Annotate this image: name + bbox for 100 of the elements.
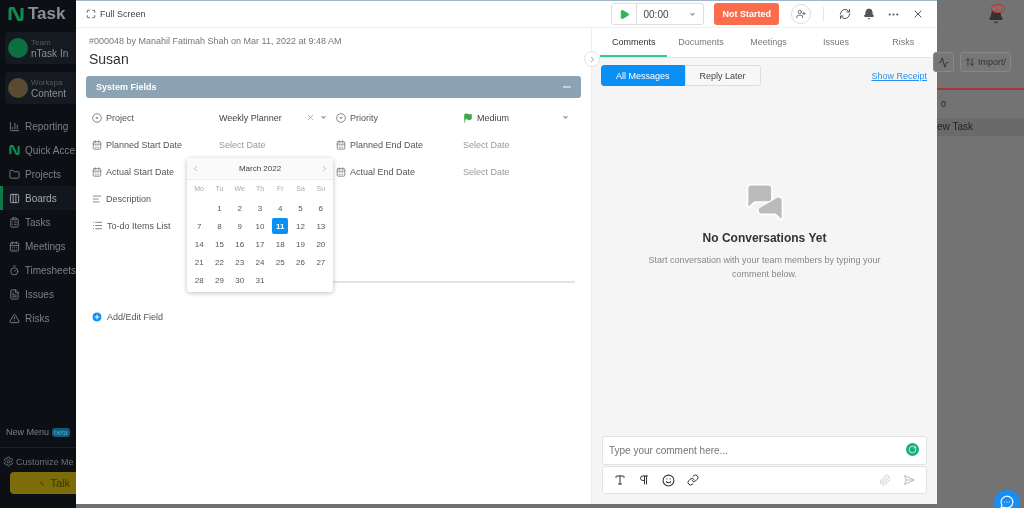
workspace-label: Workspa: [31, 77, 64, 88]
caret-icon: [319, 113, 328, 122]
menu-icon: [9, 216, 20, 228]
close-icon: [912, 8, 924, 20]
emoji-button[interactable]: [659, 473, 678, 487]
menu-icon: [9, 240, 20, 252]
calendar-day[interactable]: 28: [191, 272, 208, 288]
add-field-button[interactable]: Add/Edit Field: [91, 311, 164, 323]
field-label: Priority: [350, 112, 378, 123]
month-label: March 2022: [238, 164, 282, 173]
customize-menu[interactable]: Customize Me: [0, 448, 76, 472]
settings-icon: [3, 456, 14, 467]
sidebar-item[interactable]: Reporting: [0, 114, 76, 138]
calendar-day[interactable]: 21: [191, 254, 208, 270]
calendar-day[interactable]: 19: [292, 236, 309, 252]
menu-icon: [9, 312, 20, 324]
plus-icon: [91, 311, 103, 323]
sidebar-item[interactable]: Boards: [0, 186, 76, 210]
bell-icon: [863, 8, 875, 20]
play-icon: [619, 8, 630, 20]
send-icon: [903, 474, 915, 486]
calendar-day[interactable]: 22: [211, 254, 228, 270]
assign-button[interactable]: [791, 4, 811, 24]
calendar-day[interactable]: 27: [312, 254, 329, 270]
link-icon: [687, 474, 699, 486]
calendar-day[interactable]: 6: [312, 200, 329, 216]
calendar-day[interactable]: 3: [252, 200, 268, 216]
calendar-day[interactable]: 8: [211, 218, 228, 234]
calendar-day[interactable]: 23: [231, 254, 248, 270]
team-card[interactable]: Team nTask In: [5, 32, 76, 64]
sidebar-item[interactable]: Projects: [0, 162, 76, 186]
task-count: 0: [940, 98, 947, 109]
sidebar-item[interactable]: Timesheets: [0, 258, 76, 282]
empty-text: Start conversation with your team members by typing your comment below.: [647, 254, 882, 281]
calendar-day[interactable]: 30: [231, 272, 248, 288]
calendar-day[interactable]: 12: [292, 218, 309, 234]
tab[interactable]: Issues: [802, 28, 870, 57]
sidebar-item[interactable]: Quick Acce: [0, 138, 76, 162]
sidebar-item[interactable]: Tasks: [0, 210, 76, 234]
calendar-day[interactable]: 29: [211, 272, 228, 288]
task-title: Susan: [88, 50, 130, 69]
sidebar-item[interactable]: Meetings: [0, 234, 76, 258]
calendar-day[interactable]: 2: [231, 200, 248, 216]
calendar-day[interactable]: 31: [252, 272, 268, 288]
calendar-day[interactable]: 9: [231, 218, 248, 234]
sidebar-item[interactable]: Risks: [0, 306, 76, 330]
caret-icon: [561, 113, 570, 122]
select-field[interactable]: Weekly Planner: [219, 112, 336, 123]
calendar-day[interactable]: 10: [252, 218, 268, 234]
tab[interactable]: Documents: [667, 28, 735, 57]
calendar-day[interactable]: 15: [211, 236, 228, 252]
calendar-icon: [92, 139, 102, 150]
calendar-day[interactable]: 14: [191, 236, 208, 252]
menu-icon: [9, 288, 20, 300]
calendar-day[interactable]: 26: [292, 254, 309, 270]
list-icon: [92, 220, 103, 231]
link-button[interactable]: [684, 474, 702, 486]
chat-button[interactable]: [994, 490, 1020, 508]
calendar-day[interactable]: 7: [191, 218, 208, 234]
field-label: Actual End Date: [350, 166, 416, 177]
tab[interactable]: Risks: [869, 28, 938, 57]
filter-button[interactable]: Reply Later: [684, 65, 761, 86]
team-label: Team: [31, 37, 52, 48]
workspace-name: Content: [31, 88, 67, 99]
calendar-icon: [92, 166, 102, 177]
pulse-icon: [938, 56, 949, 68]
workspace-card[interactable]: Workspa Content: [5, 72, 76, 104]
menu-icon: [9, 120, 20, 132]
workspace-avatar: [8, 78, 28, 98]
tab[interactable]: Comments: [600, 28, 668, 57]
calendar-day[interactable]: 25: [272, 254, 289, 270]
calendar-day[interactable]: 24: [252, 254, 268, 270]
new-menu-label: New Menu: [6, 427, 50, 437]
add-user-icon: [796, 9, 806, 19]
calendar-day[interactable]: 5: [292, 200, 309, 216]
logo-icon: [8, 7, 24, 21]
paperclip-icon: [879, 474, 891, 486]
menu-icon: [9, 192, 20, 204]
tab[interactable]: Meetings: [734, 28, 803, 57]
play-button[interactable]: [612, 4, 638, 24]
calendar-day[interactable]: 4: [272, 200, 289, 216]
description-icon: [92, 193, 102, 204]
full-screen-button[interactable]: Full Screen: [86, 9, 146, 19]
calendar-day[interactable]: 17: [252, 236, 268, 252]
calendar-day[interactable]: 1: [211, 200, 228, 216]
sidebar-item[interactable]: Issues: [0, 282, 76, 306]
calendar-icon: [336, 139, 346, 150]
calendar-day[interactable]: 20: [312, 236, 329, 252]
empty-title: No Conversations Yet: [702, 231, 827, 245]
field-label: To-do Items List: [107, 220, 171, 231]
calendar-day[interactable]: 18: [272, 236, 289, 252]
expand-icon: [86, 9, 96, 19]
field-label: Description: [106, 193, 152, 204]
comment-field[interactable]: Type your comment here...: [602, 436, 927, 465]
section-title: System Fields: [96, 82, 157, 92]
calendar-day[interactable]: 13: [312, 218, 329, 234]
select-field[interactable]: Medium: [463, 112, 578, 123]
arrows-icon: [965, 57, 975, 67]
calendar-day[interactable]: 16: [231, 236, 248, 252]
activity-button[interactable]: [933, 52, 954, 72]
